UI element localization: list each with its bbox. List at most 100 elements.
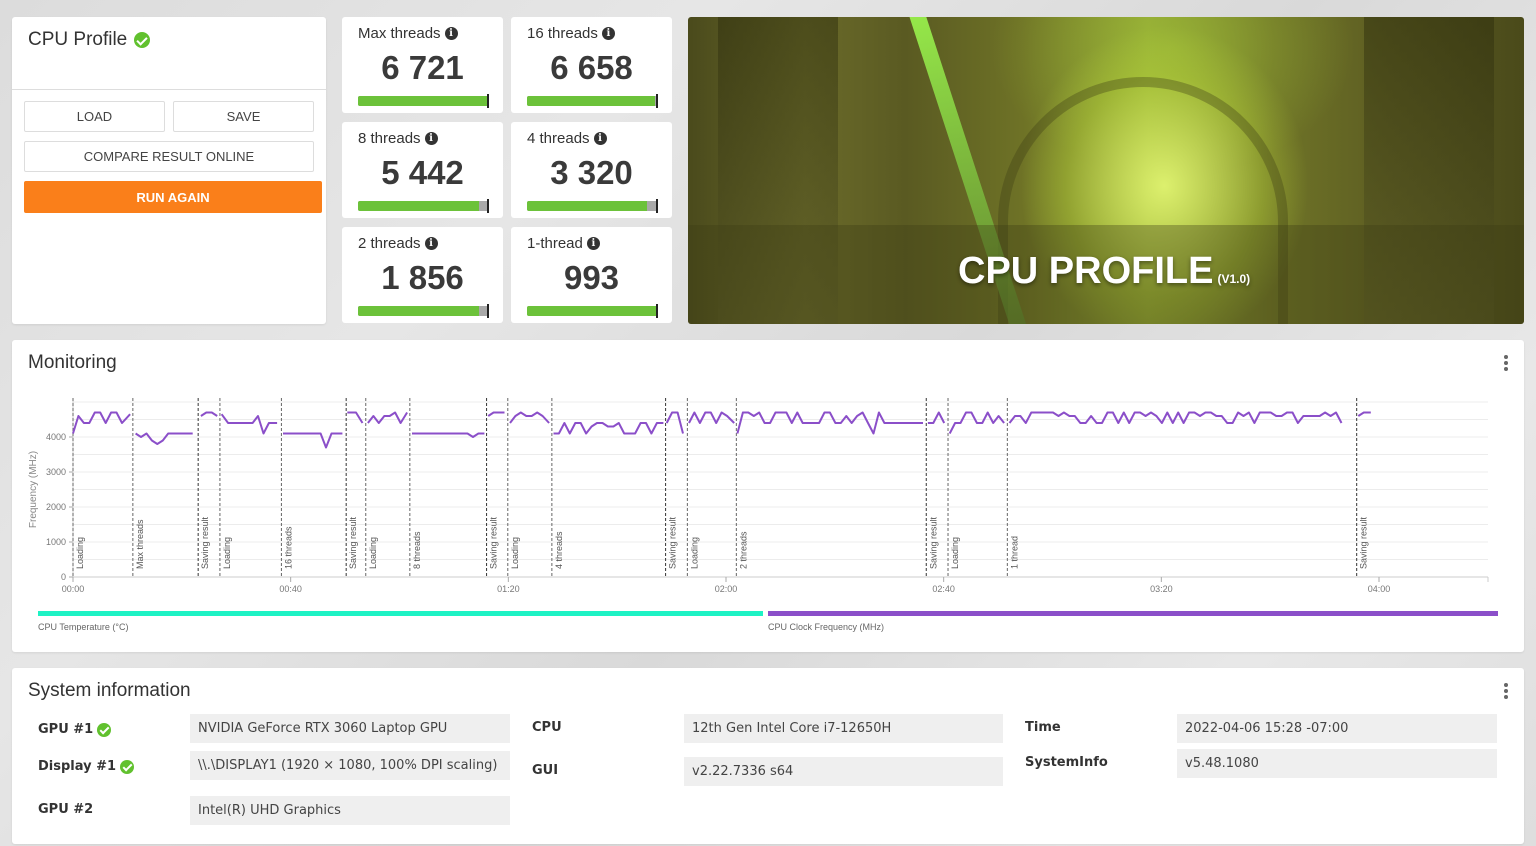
y-axis-label: Frequency (MHz) bbox=[28, 451, 39, 528]
phase-marker-label: 2 threads bbox=[738, 531, 748, 569]
info-icon[interactable]: i bbox=[424, 237, 438, 250]
frequency-line-segment bbox=[283, 432, 343, 449]
score-tile: 2 threads i 1 856 bbox=[342, 227, 503, 323]
score-bar-fill bbox=[358, 96, 487, 106]
phase-marker-label: Max threads bbox=[135, 519, 145, 569]
score-bar-fill bbox=[527, 306, 656, 316]
more-options-icon[interactable] bbox=[1504, 683, 1508, 699]
systeminfo-value: v5.48.1080 bbox=[1177, 749, 1497, 778]
score-value: 1 856 bbox=[381, 259, 464, 296]
score-bar-marker bbox=[487, 94, 489, 108]
banner-title: CPU PROFILE (V1.0) bbox=[958, 250, 1250, 293]
gui-value: v2.22.7336 s64 bbox=[684, 757, 1003, 786]
y-tick-label: 3000 bbox=[46, 467, 66, 477]
info-icon[interactable]: i bbox=[593, 132, 607, 145]
info-icon[interactable]: i bbox=[424, 132, 438, 145]
x-tick-label: 04:00 bbox=[1368, 584, 1391, 594]
phase-marker-label: Saving result bbox=[200, 516, 210, 569]
x-tick-label: 03:20 bbox=[1150, 584, 1173, 594]
score-label: 16 threads bbox=[527, 25, 598, 42]
x-tick-label: 02:00 bbox=[715, 584, 738, 594]
score-bar bbox=[527, 304, 658, 318]
score-label-row: 16 threads i bbox=[527, 25, 615, 42]
banner-title-text: CPU PROFILE bbox=[958, 250, 1214, 292]
score-value: 993 bbox=[563, 259, 620, 296]
score-bar-marker bbox=[487, 304, 489, 318]
phase-marker-label: Loading bbox=[222, 537, 232, 569]
frequency-line-segment bbox=[412, 432, 485, 438]
frequency-line-segment bbox=[736, 411, 923, 435]
frequency-line-segment bbox=[347, 411, 364, 424]
banner-image: CPU PROFILE (V1.0) bbox=[688, 17, 1524, 324]
phase-marker-label: Saving result bbox=[348, 516, 358, 569]
frequency-line-segment bbox=[553, 422, 664, 435]
info-icon[interactable]: i bbox=[601, 27, 615, 40]
compare-result-online-button[interactable]: COMPARE RESULT ONLINE bbox=[24, 141, 314, 172]
frequency-line-segment bbox=[200, 411, 218, 417]
info-icon[interactable]: i bbox=[586, 237, 600, 250]
score-tile: Max threads i 6 721 bbox=[342, 17, 503, 113]
info-icon[interactable]: i bbox=[444, 27, 458, 40]
time-value: 2022-04-06 15:28 -07:00 bbox=[1177, 714, 1497, 743]
score-label-row: 4 threads i bbox=[527, 130, 607, 147]
frequency-line-segment bbox=[220, 413, 278, 435]
score-bar-fill bbox=[527, 201, 647, 211]
phase-marker-label: 16 threads bbox=[283, 526, 293, 569]
save-button[interactable]: SAVE bbox=[173, 101, 314, 132]
x-tick-label: 02:40 bbox=[932, 584, 955, 594]
score-bar-marker bbox=[487, 199, 489, 213]
y-tick-label: 4000 bbox=[46, 432, 66, 442]
legend-temperature-label: CPU Temperature (°C) bbox=[38, 622, 129, 632]
score-label-row: 2 threads i bbox=[358, 235, 438, 252]
phase-marker-label: Saving result bbox=[928, 516, 938, 569]
system-information-card: System information GPU #1 NVIDIA GeForce… bbox=[12, 668, 1524, 844]
score-value: 6 721 bbox=[381, 49, 464, 86]
check-circle-icon bbox=[120, 759, 135, 774]
score-tile: 8 threads i 5 442 bbox=[342, 122, 503, 218]
legend-frequency-swatch[interactable] bbox=[768, 611, 1498, 616]
score-tile: 4 threads i 3 320 bbox=[511, 122, 672, 218]
banner-version: (V1.0) bbox=[1217, 272, 1251, 286]
frequency-line-segment bbox=[509, 411, 550, 424]
x-tick-label: 01:20 bbox=[497, 584, 520, 594]
score-label: 4 threads bbox=[527, 130, 590, 147]
phase-marker-label: Saving result bbox=[489, 516, 499, 569]
monitoring-card: Monitoring 0 1000 2000 3000 4000 Frequency (M… bbox=[12, 340, 1524, 652]
gpu2-label: GPU #2 bbox=[38, 802, 94, 817]
phase-marker-label: Loading bbox=[368, 537, 378, 569]
divider bbox=[12, 89, 326, 90]
check-circle-icon bbox=[97, 722, 112, 737]
cpu-value: 12th Gen Intel Core i7-12650H bbox=[684, 714, 1003, 743]
score-bar-marker bbox=[656, 304, 658, 318]
frequency-line-segment bbox=[487, 411, 505, 417]
frequency-line-segment bbox=[688, 411, 735, 424]
systeminfo-label: SystemInfo bbox=[1025, 755, 1108, 770]
phase-marker-label: Saving result bbox=[668, 516, 678, 569]
score-bar bbox=[527, 199, 658, 213]
score-bar-fill bbox=[527, 96, 655, 106]
score-tile: 1-thread i 993 bbox=[511, 227, 672, 323]
y-tick-label: 2000 bbox=[46, 502, 66, 512]
gpu2-value: Intel(R) UHD Graphics bbox=[190, 796, 510, 825]
score-value: 3 320 bbox=[550, 154, 633, 191]
display1-label: Display #1 bbox=[38, 759, 135, 774]
run-again-button[interactable]: RUN AGAIN bbox=[24, 181, 322, 213]
frequency-line-segment bbox=[665, 411, 684, 434]
load-button[interactable]: LOAD bbox=[24, 101, 165, 132]
display1-label-text: Display #1 bbox=[38, 759, 117, 774]
profile-title-row: CPU Profile bbox=[28, 29, 151, 51]
frequency-line-segment bbox=[135, 432, 193, 445]
time-label: Time bbox=[1025, 720, 1061, 735]
frequency-line-segment bbox=[367, 411, 408, 424]
profile-title: CPU Profile bbox=[28, 29, 128, 50]
score-label-row: Max threads i bbox=[358, 25, 458, 42]
score-tile: 16 threads i 6 658 bbox=[511, 17, 672, 113]
cpu-label: CPU bbox=[532, 720, 562, 735]
phase-marker-label: 4 threads bbox=[554, 531, 564, 569]
score-label: Max threads bbox=[358, 25, 441, 42]
frequency-line-segment bbox=[927, 411, 946, 424]
legend-temperature-swatch[interactable] bbox=[38, 611, 763, 616]
phase-marker-label: Loading bbox=[689, 537, 699, 569]
gpu1-value: NVIDIA GeForce RTX 3060 Laptop GPU bbox=[190, 714, 510, 743]
score-label-row: 8 threads i bbox=[358, 130, 438, 147]
